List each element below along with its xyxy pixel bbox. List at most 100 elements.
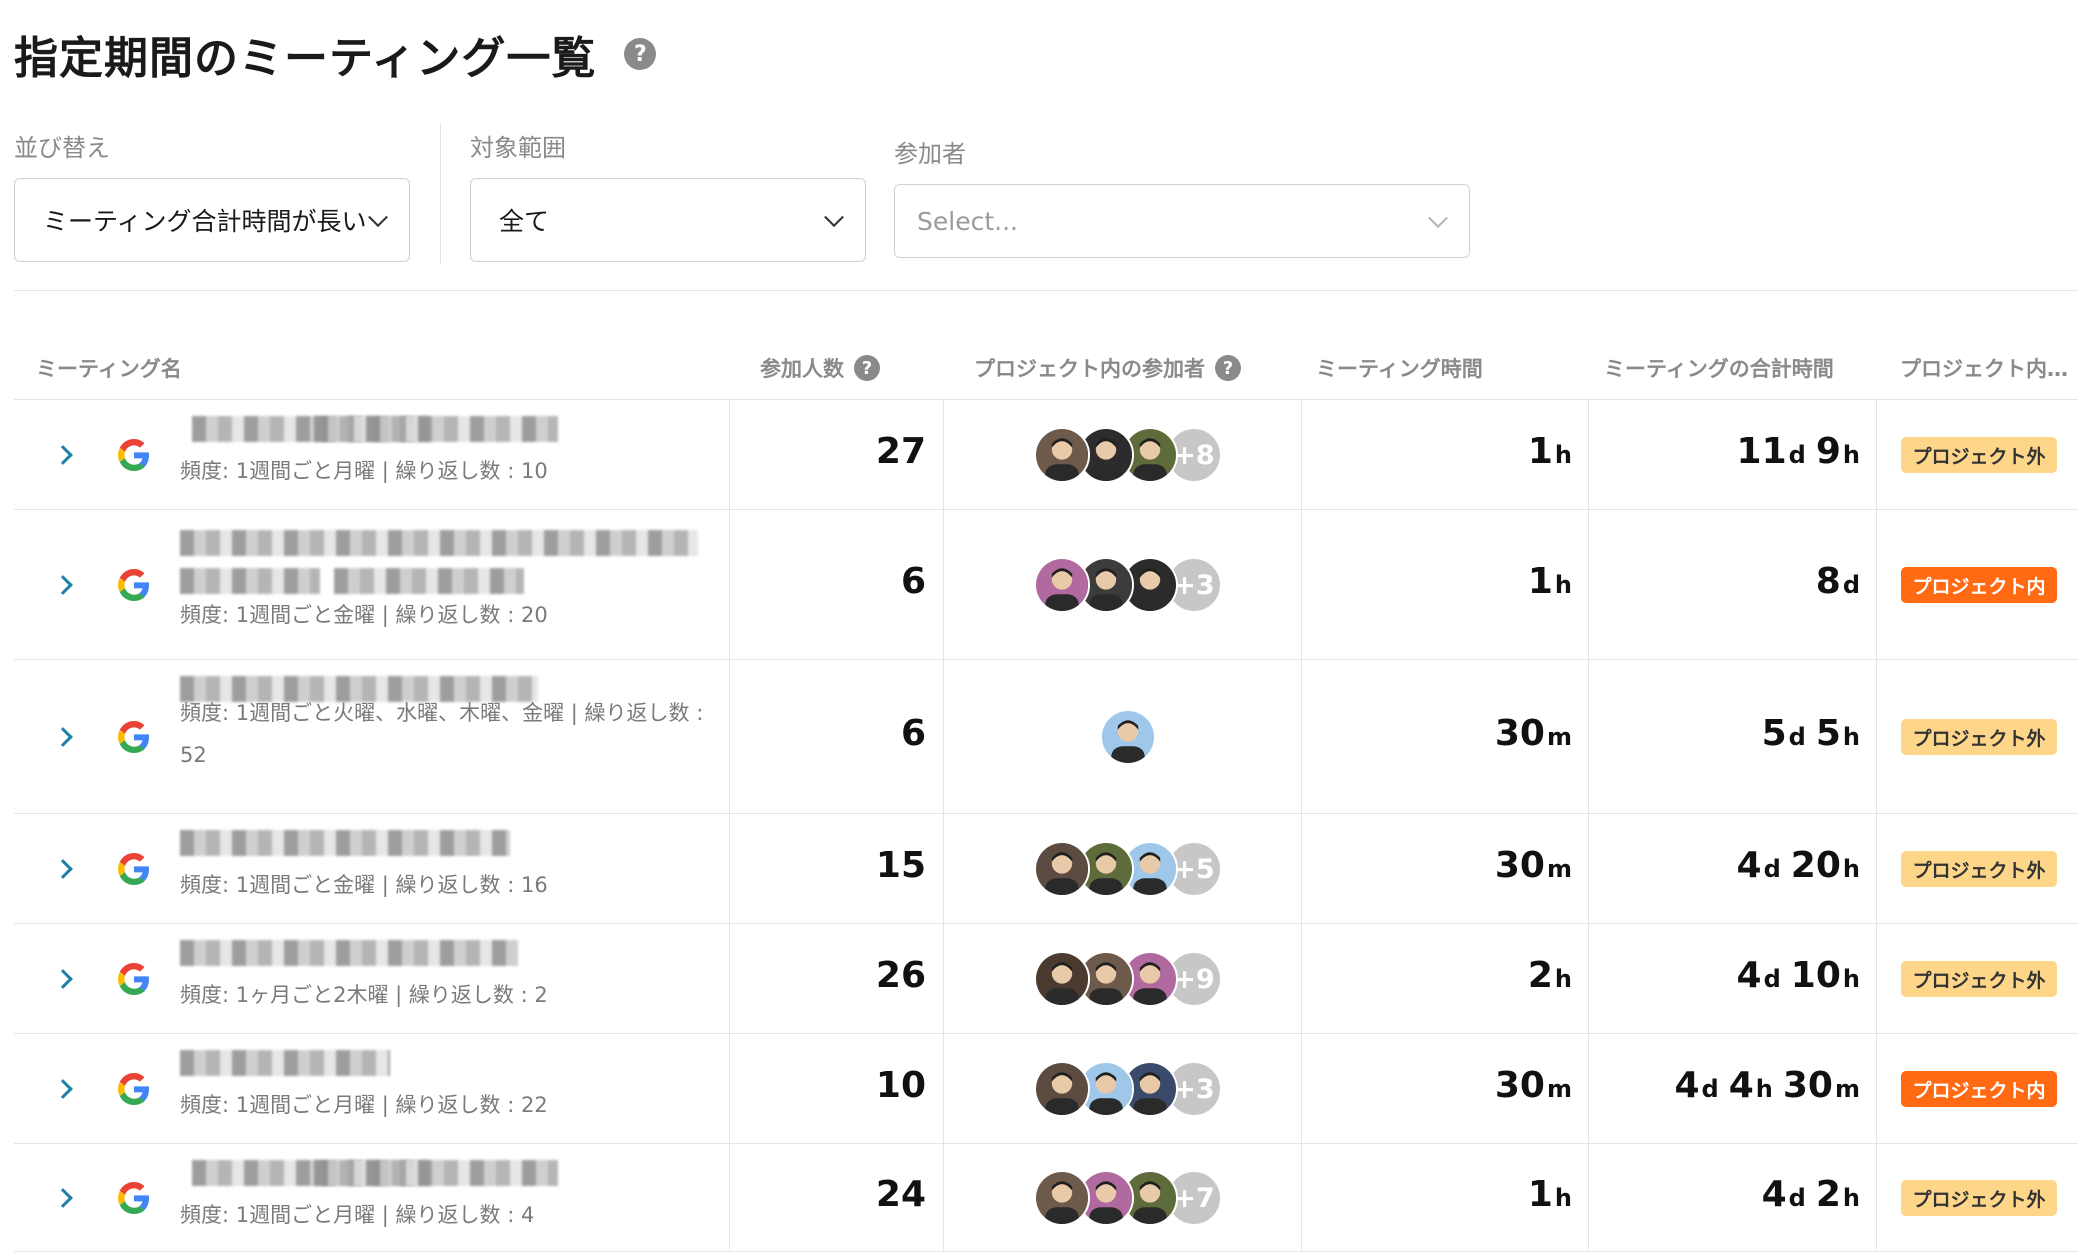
column-divider <box>1876 1144 1877 1251</box>
project-participants[interactable]: +9 <box>1034 951 1234 1009</box>
chevron-right-icon[interactable] <box>53 1188 73 1208</box>
total-duration-value: 20 <box>1790 845 1841 886</box>
chevron-right-icon[interactable] <box>53 575 73 595</box>
meeting-duration-unit: m <box>1546 855 1572 883</box>
meeting-duration: 1h <box>1528 431 1572 472</box>
google-icon <box>118 439 150 471</box>
column-divider <box>1588 924 1589 1033</box>
table-row[interactable]: 頻度: 1週間ごと月曜 | 繰り返し数 : 22 10 +3 30m 4d 4h 30m プロ… <box>14 1034 2078 1144</box>
chevron-right-icon[interactable] <box>53 1079 73 1099</box>
meeting-frequency: 頻度: 1週間ごと月曜 | 繰り返し数 : 22 <box>180 1093 548 1117</box>
scope-label: 対象範囲 <box>470 134 566 162</box>
filter-divider <box>440 124 441 264</box>
table-row[interactable]: 頻度: 1週間ごと月曜 | 繰り返し数 : 4 24 +7 1h 4d 2h プロジェクト外 <box>14 1144 2078 1252</box>
google-icon <box>118 569 150 601</box>
total-duration-value: 4 <box>1728 1065 1754 1106</box>
column-divider <box>943 400 944 509</box>
project-participants[interactable]: +8 <box>1034 427 1234 485</box>
participants-label: 参加者 <box>894 140 966 168</box>
column-project-participants[interactable]: プロジェクト内の参加者 ? <box>974 336 1241 400</box>
scope-select[interactable]: 全て <box>470 178 866 262</box>
meeting-duration-unit: h <box>1554 571 1572 599</box>
chevron-right-icon[interactable] <box>53 445 73 465</box>
avatar <box>1034 841 1090 897</box>
column-divider <box>1588 400 1589 509</box>
total-duration-unit: h <box>1842 1184 1860 1212</box>
column-divider <box>729 1034 730 1143</box>
table-row[interactable]: 頻度: 1週間ごと金曜 | 繰り返し数 : 16 15 +5 30m 4d 20h プロジェ… <box>14 814 2078 924</box>
meeting-duration-unit: m <box>1546 1075 1572 1103</box>
sort-value: ミーティング合計時間が長い <box>43 207 367 236</box>
column-divider <box>1876 400 1877 509</box>
column-divider <box>1876 1034 1877 1143</box>
project-status-badge: プロジェクト内 <box>1901 567 2057 603</box>
meeting-duration-value: 1 <box>1527 561 1553 602</box>
column-divider <box>943 510 944 659</box>
sort-select[interactable]: ミーティング合計時間が長い <box>14 178 410 262</box>
table-row[interactable]: 頻度: 1ヶ月ごと2木曜 | 繰り返し数 : 2 26 +9 2h 4d 10h プロジェク… <box>14 924 2078 1034</box>
meeting-name-redacted <box>180 530 698 556</box>
column-divider <box>1588 814 1589 923</box>
meeting-name-redacted <box>314 1160 558 1186</box>
project-status-badge: プロジェクト外 <box>1901 961 2057 997</box>
chevron-right-icon[interactable] <box>53 969 73 989</box>
total-duration-unit: d <box>1788 1184 1806 1212</box>
project-status-badge: プロジェクト外 <box>1901 719 2057 755</box>
chevron-right-icon[interactable] <box>53 859 73 879</box>
column-divider <box>1876 814 1877 923</box>
participants-select[interactable]: Select... <box>894 184 1470 258</box>
project-participants[interactable]: +7 <box>1034 1170 1234 1228</box>
question-circle-icon[interactable]: ? <box>1215 355 1241 381</box>
meeting-frequency: 頻度: 1週間ごと火曜、水曜、木曜、金曜 | 繰り返し数 : 52 <box>180 701 704 767</box>
column-divider <box>729 510 730 659</box>
table-row[interactable]: 頻度: 1週間ごと火曜、水曜、木曜、金曜 | 繰り返し数 : 52 6 30m 5d 5… <box>14 660 2078 814</box>
total-duration-unit: d <box>1763 855 1781 883</box>
total-duration: 11d 9h <box>1737 431 1860 472</box>
column-meeting-duration[interactable]: ミーティング時間 <box>1316 336 1483 400</box>
column-participant-count-label: 参加人数 <box>760 357 844 381</box>
question-circle-icon[interactable]: ? <box>624 38 657 70</box>
google-icon <box>118 1073 150 1105</box>
total-duration-unit: h <box>1842 855 1860 883</box>
meeting-duration-value: 30 <box>1494 1065 1545 1106</box>
meeting-duration: 30m <box>1495 1065 1572 1106</box>
meeting-name-redacted <box>180 568 320 594</box>
meeting-frequency: 頻度: 1週間ごと金曜 | 繰り返し数 : 16 <box>180 873 548 897</box>
project-participants[interactable]: +5 <box>1034 841 1234 899</box>
participant-count: 6 <box>900 713 926 754</box>
column-divider <box>943 660 944 813</box>
scope-value: 全て <box>499 207 550 236</box>
meeting-frequency: 頻度: 1週間ごと月曜 | 繰り返し数 : 10 <box>180 459 548 483</box>
sort-label: 並び替え <box>14 134 110 162</box>
title-row: 指定期間のミーティング一覧 ? <box>14 24 657 84</box>
column-divider <box>729 1144 730 1251</box>
table-row[interactable]: 頻度: 1週間ごと金曜 | 繰り返し数 : 20 6 +3 1h 8d プロジェクト内 <box>14 510 2078 660</box>
meeting-duration-value: 30 <box>1494 845 1545 886</box>
total-duration-unit: h <box>1842 723 1860 751</box>
total-duration-value: 4 <box>1736 845 1762 886</box>
total-duration-value: 2 <box>1815 1174 1841 1215</box>
column-meeting-name[interactable]: ミーティング名 <box>36 336 182 400</box>
project-participants[interactable] <box>1034 709 1234 767</box>
meeting-duration: 1h <box>1528 561 1572 602</box>
total-duration-value: 11 <box>1736 431 1787 472</box>
column-total-duration[interactable]: ミーティングの合計時間 <box>1604 336 1834 400</box>
meeting-duration-value: 1 <box>1527 1174 1553 1215</box>
meeting-duration-value: 2 <box>1527 955 1553 996</box>
project-participants[interactable]: +3 <box>1034 557 1234 615</box>
table-row[interactable]: 頻度: 1週間ごと月曜 | 繰り返し数 : 10 27 +8 1h 11d 9h プロジェク… <box>14 400 2078 510</box>
participant-count: 26 <box>875 955 926 996</box>
question-circle-icon[interactable]: ? <box>854 355 880 381</box>
avatar <box>1034 427 1090 483</box>
column-participant-count[interactable]: 参加人数 ? <box>760 336 880 400</box>
total-duration-value: 5 <box>1761 713 1787 754</box>
project-participants[interactable]: +3 <box>1034 1061 1234 1119</box>
participant-count: 6 <box>900 561 926 602</box>
meeting-frequency: 頻度: 1週間ごと金曜 | 繰り返し数 : 20 <box>180 603 548 627</box>
column-in-project[interactable]: プロジェクト内… <box>1900 336 2068 400</box>
total-duration-value: 4 <box>1736 955 1762 996</box>
avatar <box>1034 557 1090 613</box>
meeting-duration-unit: h <box>1554 965 1572 993</box>
chevron-right-icon[interactable] <box>53 727 73 747</box>
total-duration-unit: d <box>1763 965 1781 993</box>
